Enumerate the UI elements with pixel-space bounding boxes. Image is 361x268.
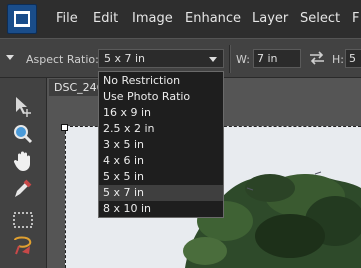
divider bbox=[229, 45, 231, 73]
option-label: 3 x 5 in bbox=[103, 138, 145, 151]
width-label: W: bbox=[236, 53, 250, 66]
marquee-tool-icon[interactable] bbox=[10, 208, 36, 232]
lasso-tool-icon[interactable] bbox=[10, 234, 36, 258]
aspect-ratio-label: Aspect Ratio: bbox=[26, 53, 99, 66]
zoom-tool-icon[interactable] bbox=[10, 122, 36, 146]
toolbox-panel bbox=[0, 78, 47, 268]
menu-file[interactable]: File bbox=[56, 11, 78, 26]
menu-filter[interactable]: F bbox=[352, 11, 359, 26]
height-label: H: bbox=[332, 53, 344, 66]
option-4x6[interactable]: 4 x 6 in bbox=[99, 153, 223, 169]
option-label: No Restriction bbox=[103, 74, 181, 87]
width-value: 7 in bbox=[257, 52, 278, 65]
option-2-5x2[interactable]: 2.5 x 2 in bbox=[99, 121, 223, 137]
option-16x9[interactable]: 16 x 9 in bbox=[99, 105, 223, 121]
height-field[interactable]: 5 bbox=[345, 49, 361, 68]
move-tool-icon[interactable] bbox=[10, 94, 36, 118]
option-3x5[interactable]: 3 x 5 in bbox=[99, 137, 223, 153]
menu-layer[interactable]: Layer bbox=[252, 11, 288, 26]
options-menu-arrow-icon[interactable] bbox=[6, 55, 14, 60]
option-use-photo-ratio[interactable]: Use Photo Ratio bbox=[99, 89, 223, 105]
swap-dimensions-icon[interactable] bbox=[308, 50, 326, 66]
hand-tool-icon[interactable] bbox=[10, 149, 36, 173]
option-label: 5 x 7 in bbox=[103, 186, 145, 199]
aspect-ratio-value: 5 x 7 in bbox=[104, 52, 146, 65]
crop-handle-top-left[interactable] bbox=[61, 124, 68, 131]
menu-image[interactable]: Image bbox=[132, 11, 173, 26]
aspect-ratio-select[interactable]: 5 x 7 in bbox=[98, 49, 224, 68]
menu-select[interactable]: Select bbox=[300, 11, 340, 26]
height-value: 5 bbox=[349, 52, 356, 65]
option-no-restriction[interactable]: No Restriction bbox=[99, 73, 223, 89]
option-5x7[interactable]: 5 x 7 in bbox=[99, 185, 223, 201]
width-field[interactable]: 7 in bbox=[253, 49, 301, 68]
document-tab[interactable]: DSC_246 bbox=[49, 79, 105, 96]
menu-edit[interactable]: Edit bbox=[93, 11, 118, 26]
chevron-down-icon bbox=[209, 57, 217, 62]
option-label: 4 x 6 in bbox=[103, 154, 145, 167]
eyedropper-tool-icon[interactable] bbox=[10, 176, 36, 200]
app-logo-icon[interactable] bbox=[7, 4, 37, 34]
option-label: 2.5 x 2 in bbox=[103, 122, 155, 135]
menu-enhance[interactable]: Enhance bbox=[185, 11, 241, 26]
option-label: 16 x 9 in bbox=[103, 106, 152, 119]
option-5x5[interactable]: 5 x 5 in bbox=[99, 169, 223, 185]
option-label: 8 x 10 in bbox=[103, 202, 152, 215]
menu-bar: File Edit Image Enhance Layer Select F bbox=[0, 0, 361, 38]
aspect-ratio-dropdown: No Restriction Use Photo Ratio 16 x 9 in… bbox=[98, 71, 224, 218]
option-label: 5 x 5 in bbox=[103, 170, 145, 183]
option-label: Use Photo Ratio bbox=[103, 90, 191, 103]
document-tab-title: DSC_246 bbox=[54, 81, 104, 94]
option-8x10[interactable]: 8 x 10 in bbox=[99, 201, 223, 217]
